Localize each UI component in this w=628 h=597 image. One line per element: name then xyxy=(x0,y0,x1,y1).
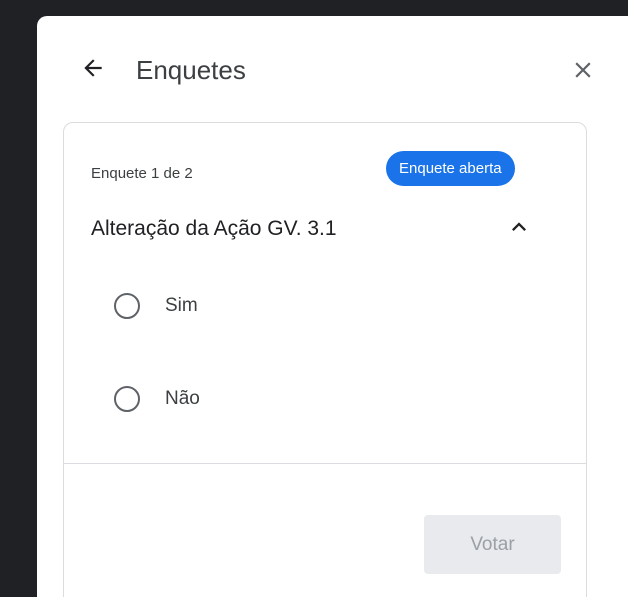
poll-option-sim[interactable]: Sim xyxy=(108,283,528,329)
poll-question: Alteração da Ação GV. 3.1 xyxy=(91,217,337,240)
radio-button[interactable] xyxy=(114,386,140,412)
arrow-back-icon xyxy=(80,55,106,86)
poll-option-nao[interactable]: Não xyxy=(108,376,528,422)
collapse-button[interactable] xyxy=(501,211,537,247)
close-button[interactable] xyxy=(565,54,601,90)
poll-card: Enquete 1 de 2 Enquete aberta Alteração … xyxy=(63,122,587,597)
poll-counter: Enquete 1 de 2 xyxy=(91,165,193,182)
chevron-up-icon xyxy=(505,213,533,246)
option-label: Não xyxy=(165,388,200,409)
close-icon xyxy=(570,57,596,88)
back-button[interactable] xyxy=(75,52,111,88)
panel-header: Enquetes xyxy=(37,16,628,126)
radio-button[interactable] xyxy=(114,293,140,319)
option-label: Sim xyxy=(165,295,198,316)
polls-panel: Enquetes Enquete 1 de 2 Enquete aberta A… xyxy=(37,16,628,597)
vote-button[interactable]: Votar xyxy=(424,515,561,574)
page-title: Enquetes xyxy=(136,55,246,85)
divider xyxy=(64,463,586,464)
status-badge: Enquete aberta xyxy=(386,151,515,186)
